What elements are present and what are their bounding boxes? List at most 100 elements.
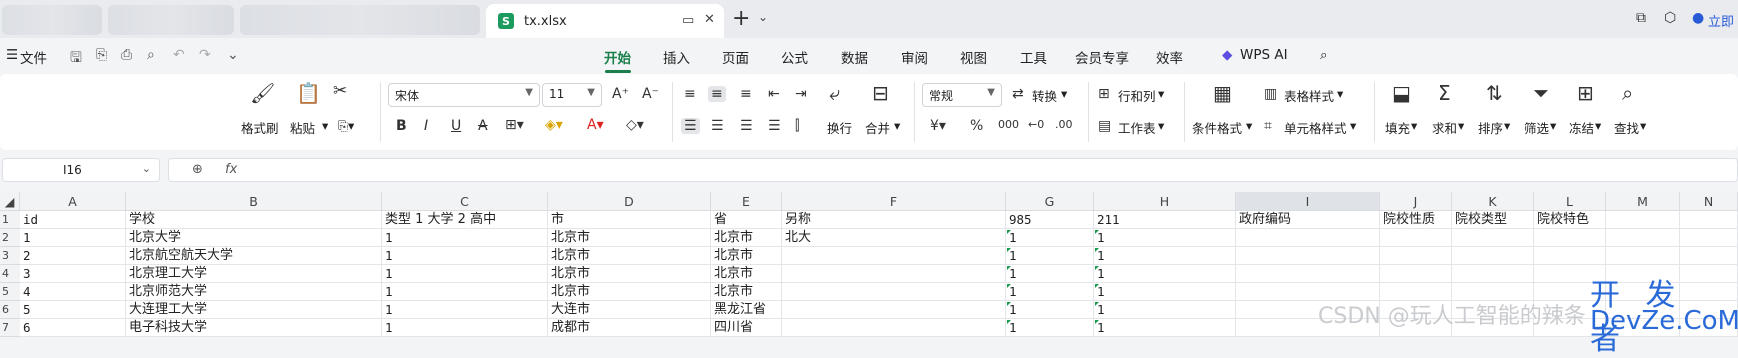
cell-a1[interactable]: id [20,211,126,229]
cell-c2[interactable]: 1 [382,229,548,247]
cell-g3[interactable]: 1 [1006,247,1094,265]
cell-c4[interactable]: 1 [382,265,548,283]
cell-h2[interactable]: 1 [1094,229,1236,247]
format-painter-button[interactable]: 格式刷 [241,118,279,137]
cell-g4[interactable]: 1 [1006,265,1094,283]
cell-g7[interactable]: 1 [1006,319,1094,337]
distribute-icon[interactable]: ⫿ [795,118,799,134]
cell-a7[interactable]: 6 [20,319,126,337]
increase-font-icon[interactable]: A⁺ [612,86,629,102]
column-header-h[interactable]: H [1094,192,1236,211]
cell-h3[interactable]: 1 [1094,247,1236,265]
login-link[interactable]: 立即 [1708,11,1734,30]
column-header-j[interactable]: J [1380,192,1452,211]
bold-icon[interactable]: B [396,118,407,134]
clear-format-icon[interactable]: ◇▾ [626,117,644,133]
cell-a6[interactable]: 5 [20,301,126,319]
print-icon[interactable]: ⎙ [121,47,132,63]
menu-insert[interactable]: 插入 [663,47,690,67]
fill-button[interactable]: 填充 [1385,118,1410,137]
screen-icon[interactable]: ▭ [682,13,694,28]
select-all-corner[interactable]: ◢ [0,192,20,211]
menu-start[interactable]: 开始 [604,47,631,67]
cell-d6[interactable]: 大连市 [548,301,711,319]
menu-page[interactable]: 页面 [722,47,749,67]
fx-icon[interactable]: fx [225,162,237,177]
cell-i2[interactable] [1236,229,1380,247]
rows-cols-button[interactable]: 行和列 [1118,86,1156,105]
cell-h7[interactable]: 1 [1094,319,1236,337]
convert-dropdown-icon[interactable]: ▾ [1061,86,1067,101]
cell-c5[interactable]: 1 [382,283,548,301]
cell-g6[interactable]: 1 [1006,301,1094,319]
table-style-button[interactable]: 表格样式 [1284,86,1334,105]
cell-b4[interactable]: 北京理工大学 [126,265,382,283]
blurred-tab[interactable] [2,5,102,35]
menu-view[interactable]: 视图 [960,47,987,67]
italic-icon[interactable]: I [424,118,428,134]
cell-c1[interactable]: 类型 1 大学 2 高中 [382,211,548,229]
cell-c6[interactable]: 1 [382,301,548,319]
blurred-tab[interactable] [108,5,234,35]
hamburger-icon[interactable]: ☰ [6,47,18,63]
font-size-select[interactable]: 11 ▼ [542,83,602,107]
cell-h4[interactable]: 1 [1094,265,1236,283]
cell-j4[interactable] [1380,265,1452,283]
cell-h1[interactable]: 211 [1094,211,1236,229]
row-header[interactable]: 3 [0,247,20,265]
cell-h5[interactable]: 1 [1094,283,1236,301]
align-bottom-icon[interactable]: ≡ [740,86,752,102]
cell-l2[interactable] [1534,229,1606,247]
indent-decrease-icon[interactable]: ⇤ [768,86,780,102]
cell-i1[interactable]: 政府编码 [1236,211,1380,229]
menu-formula[interactable]: 公式 [781,47,808,67]
convert-button[interactable]: 转换 [1032,86,1057,105]
justify-icon[interactable]: ☰ [768,118,781,134]
cell-style-button[interactable]: 单元格样式 [1284,118,1347,137]
row-header[interactable]: 5 [0,283,20,301]
tab-active-file[interactable]: S tx.xlsx ▭ ✕ [486,4,724,38]
percent-icon[interactable]: % [970,118,983,134]
align-left-icon[interactable]: ☰ [681,118,700,134]
cell-b6[interactable]: 大连理工大学 [126,301,382,319]
cell-a5[interactable]: 4 [20,283,126,301]
cell-j3[interactable] [1380,247,1452,265]
column-header-b[interactable]: B [126,192,382,211]
cell-j2[interactable] [1380,229,1452,247]
undo-icon[interactable]: ↶ [173,47,185,63]
cell-m3[interactable] [1606,247,1680,265]
cell-i3[interactable] [1236,247,1380,265]
align-center-icon[interactable]: ☰ [711,118,724,134]
merge-dropdown-icon[interactable]: ▾ [894,118,900,133]
increase-decimal-icon[interactable]: ←0 [1028,118,1044,131]
strikethrough-icon[interactable]: A [478,118,488,134]
merge-button[interactable]: 合并 [865,118,890,137]
column-header-g[interactable]: G [1006,192,1094,211]
decrease-font-icon[interactable]: A⁻ [642,86,659,102]
align-top-icon[interactable]: ≡ [684,86,696,102]
cell-g5[interactable]: 1 [1006,283,1094,301]
cell-i4[interactable] [1236,265,1380,283]
paste-dropdown-icon[interactable]: ▾ [322,118,328,133]
find-button[interactable]: 查找 [1614,118,1639,137]
cell-f3[interactable] [782,247,1006,265]
worksheet-dropdown-icon[interactable]: ▾ [1158,118,1164,133]
cell-f1[interactable]: 另称 [782,211,1006,229]
cell-l1[interactable]: 院校特色 [1534,211,1606,229]
cell-f5[interactable] [782,283,1006,301]
close-tab-icon[interactable]: ✕ [704,12,715,27]
row-header[interactable]: 7 [0,319,20,337]
font-select[interactable]: 宋体 ▼ [388,83,540,107]
menu-data[interactable]: 数据 [841,47,868,67]
save-icon[interactable]: 🖫 [70,47,82,71]
number-format-select[interactable]: 常规 ▼ [922,83,1002,107]
cell-f6[interactable] [782,301,1006,319]
cell-f7[interactable] [782,319,1006,337]
cell-d2[interactable]: 北京市 [548,229,711,247]
thousands-icon[interactable]: 000 [998,118,1019,131]
row-header[interactable]: 2 [0,229,20,247]
border-icon[interactable]: ⊞▾ [505,117,524,133]
cell-m1[interactable] [1606,211,1680,229]
sum-button[interactable]: 求和 [1432,118,1457,137]
align-right-icon[interactable]: ☰ [740,118,753,134]
